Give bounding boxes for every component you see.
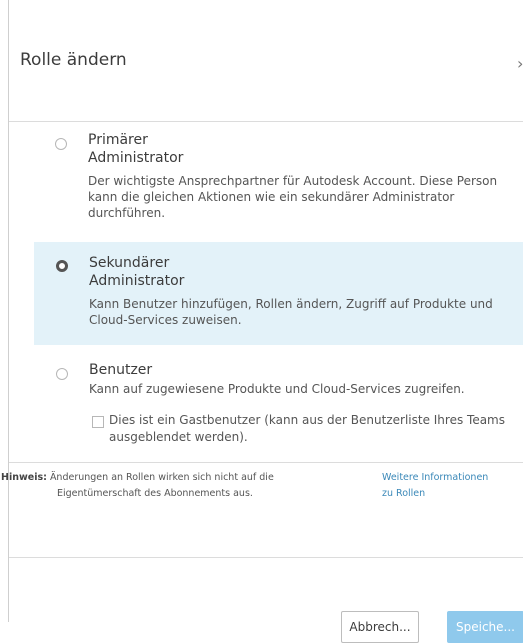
role-title-line2: Administrator	[88, 150, 184, 166]
role-option-user[interactable]: Benutzer Kann auf zugewiesene Produkte u…	[9, 355, 505, 455]
guest-user-checkbox[interactable]	[92, 416, 104, 428]
role-title-line2: Administrator	[89, 273, 185, 289]
note-line2: Eigentümerschaft des Abonnements aus.	[57, 488, 253, 499]
role-title-secondary-admin: Sekundärer Administrator	[89, 254, 184, 290]
role-description-secondary-admin: Kann Benutzer hinzufügen, Rollen ändern,…	[89, 297, 493, 327]
note-prefix: Hinweis:	[1, 472, 47, 483]
role-option-secondary-admin[interactable]: Sekundärer Administrator Kann Benutzer h…	[34, 242, 523, 345]
divider-bottom	[9, 557, 523, 558]
radio-primary-admin[interactable]	[55, 138, 67, 150]
dialog-header: Rolle ändern ›	[9, 0, 523, 122]
role-description-user: Kann auf zugewiesene Produkte und Cloud-…	[89, 382, 465, 396]
radio-secondary-admin[interactable]	[56, 260, 68, 272]
role-title-line1: Primärer	[88, 132, 148, 148]
change-role-dialog: Rolle ändern › Primärer Administrator De…	[1, 0, 523, 643]
role-option-primary-admin[interactable]: Primärer Administrator Der wichtigste An…	[9, 121, 499, 239]
cancel-button[interactable]: Abbrech...	[341, 611, 419, 643]
more-info-link-line2[interactable]: zu Rollen	[382, 488, 425, 499]
radio-user[interactable]	[56, 368, 68, 380]
close-icon[interactable]: ›	[517, 54, 523, 73]
role-change-note: Hinweis: Änderungen an Rollen wirken sic…	[1, 470, 341, 502]
role-description-primary-admin: Der wichtigste Ansprechpartner für Autod…	[88, 174, 498, 220]
role-title-line1: Sekundärer	[89, 255, 170, 271]
save-button[interactable]: Speiche...	[447, 611, 523, 643]
more-info-roles-link[interactable]: Weitere Informationen zu Rollen	[382, 470, 523, 502]
role-title-primary-admin: Primärer Administrator	[88, 131, 183, 167]
note-line1: Änderungen an Rollen wirken sich nicht a…	[49, 472, 274, 483]
more-info-link-line1[interactable]: Weitere Informationen	[382, 472, 488, 483]
dialog-title: Rolle ändern	[20, 50, 127, 70]
role-title-user: Benutzer	[89, 362, 153, 378]
divider-top-note	[9, 462, 523, 463]
guest-user-checkbox-label: Dies ist ein Gastbenutzer (kann aus der …	[109, 413, 505, 444]
